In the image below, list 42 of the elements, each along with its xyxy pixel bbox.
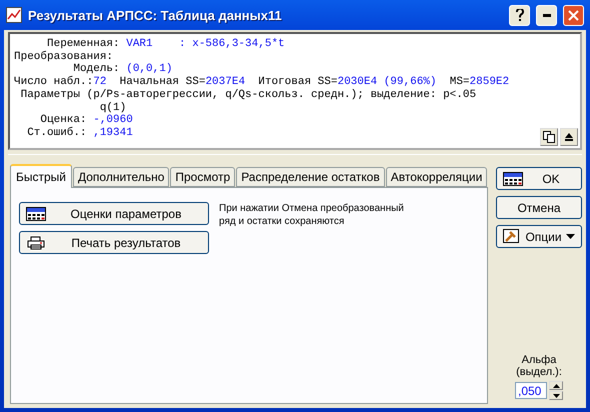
options-button[interactable]: Опции	[496, 225, 582, 248]
alpha-input-field[interactable]: ,050	[515, 382, 547, 399]
note-text: При нажатии Отмена преобразованный ряд и остатки сохраняются	[219, 202, 405, 229]
alpha-label: Альфа (выдел.):	[515, 354, 563, 378]
output-line: Переменная: VAR1 : x-586,3-34,5*t	[46, 38, 285, 50]
window-title: Результаты АРПСС: Таблица данных11	[28, 8, 283, 22]
action-button[interactable]: Печать результатов	[19, 231, 209, 254]
tab[interactable]: Просмотр	[170, 167, 236, 187]
spin-up-button[interactable]	[549, 381, 563, 390]
tab[interactable]: Дополнительно	[73, 167, 170, 187]
copy-button[interactable]	[540, 128, 558, 146]
action-button[interactable]: Оценки параметров	[19, 202, 209, 225]
output-line: Число набл.:72 Начальная SS=2037E4 Итоговая SS=2030E4 (99,66%) MS=2859E2	[14, 76, 510, 89]
output-line: Оценка: -,0960	[39, 114, 133, 126]
tab[interactable]: Распределение остатков	[236, 167, 385, 187]
spin-down-button[interactable]	[549, 391, 563, 400]
minimize-button[interactable]	[536, 4, 557, 26]
output-line: q(1)	[98, 102, 126, 114]
help-button[interactable]	[509, 4, 530, 26]
close-icon	[568, 10, 579, 20]
ok-button[interactable]: OK	[496, 167, 582, 190]
output-line: Параметры (p/Ps-авторегрессии, q/Qs-скольз. средн.); выделение: p<.05	[20, 88, 476, 102]
copy-icon	[543, 131, 555, 143]
output-line: Модель: (0,0,1)	[72, 63, 172, 76]
down-arrow-icon	[552, 394, 560, 398]
chart-app-icon	[6, 7, 22, 23]
tab[interactable]: Автокорреляции	[386, 167, 488, 187]
up-arrow-icon	[565, 133, 573, 141]
close-button[interactable]	[563, 4, 584, 26]
minimize-icon	[542, 14, 550, 16]
output-line: Преобразования:	[14, 50, 114, 64]
caret-icon	[566, 234, 575, 239]
up-arrow-icon	[552, 384, 560, 388]
help-icon	[516, 9, 524, 21]
table-icon	[503, 172, 523, 186]
collapse-button[interactable]	[560, 128, 578, 146]
output-line: Ст.ошиб.: ,19341	[26, 126, 133, 140]
hammer-picture-icon	[503, 228, 521, 244]
printer-icon	[26, 236, 46, 250]
cancel-button[interactable]: Отмена	[496, 196, 582, 219]
table-icon	[26, 206, 46, 220]
tab[interactable]: Быстрый	[10, 164, 72, 188]
